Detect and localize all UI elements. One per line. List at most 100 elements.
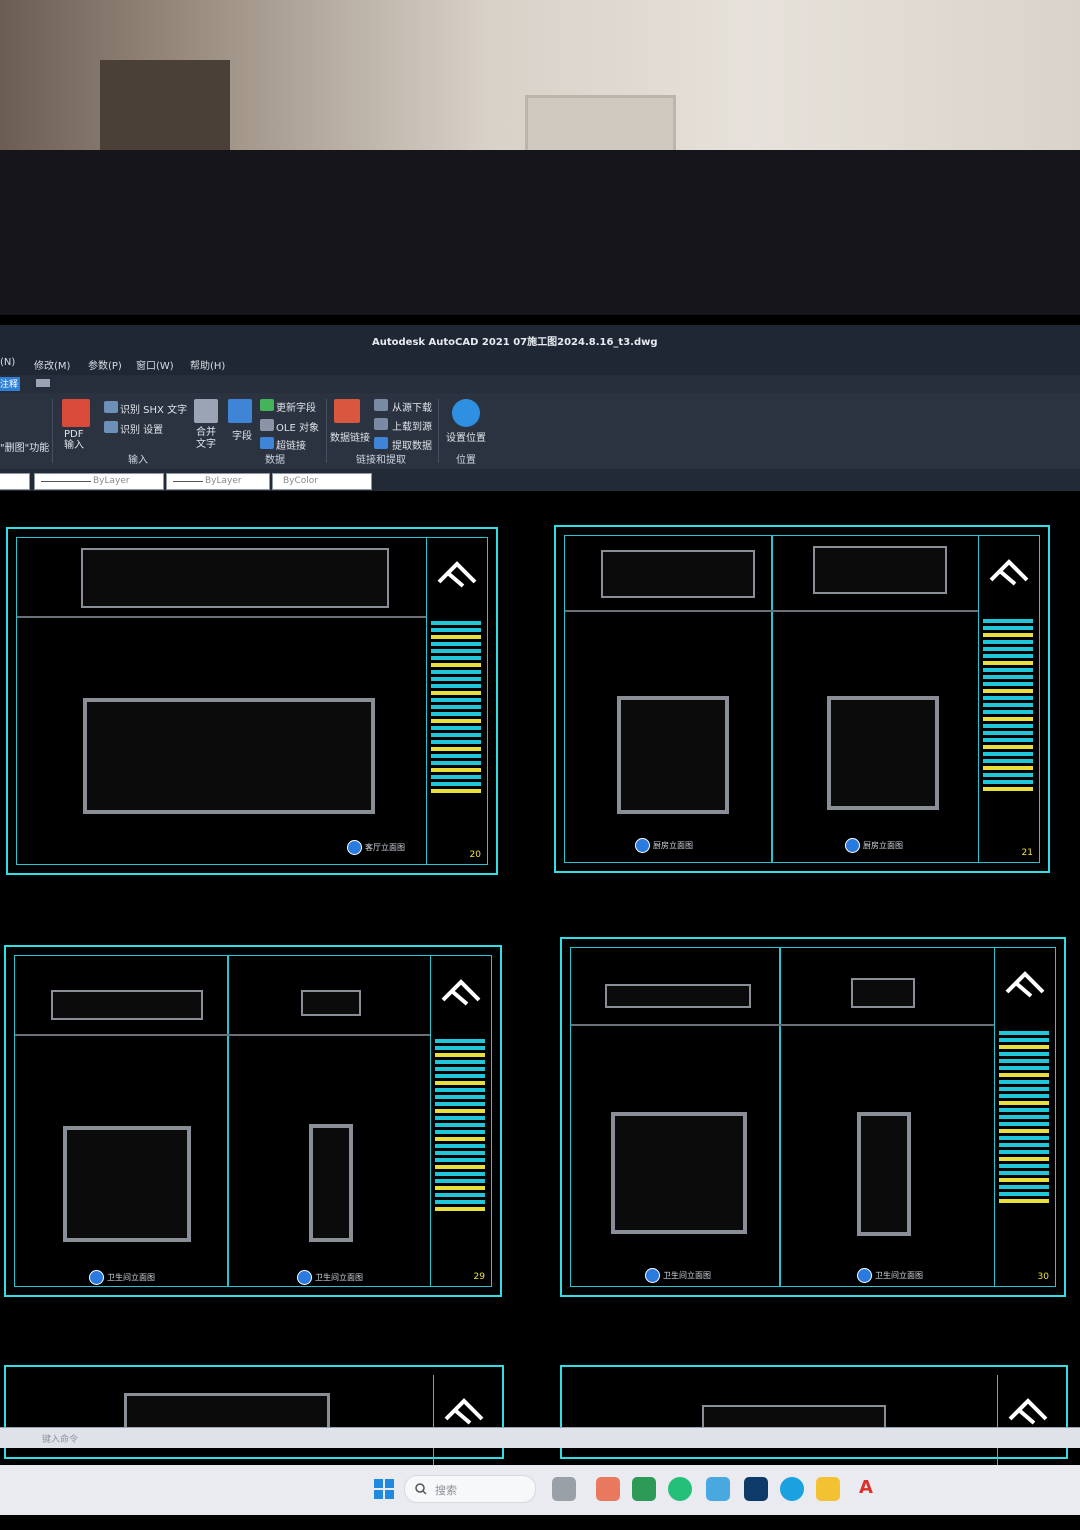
windows-start-icon[interactable] [374, 1479, 394, 1499]
page-number: 20 [469, 850, 481, 860]
field-icon[interactable] [228, 399, 252, 423]
sheet-frame: 卫生间立面图 卫生间立面图 30 [570, 947, 1056, 1287]
photoshop-icon[interactable] [744, 1477, 768, 1501]
download-from-source-button[interactable]: 从源下载 [392, 399, 432, 414]
title-block-rows [435, 1036, 485, 1214]
wall-background [0, 0, 1080, 175]
app-icon[interactable] [668, 1477, 692, 1501]
data-link-button[interactable]: 数据链接 [330, 429, 370, 444]
view-divider [227, 956, 229, 1286]
plan-view [81, 548, 389, 608]
menu-item-n[interactable]: (N) [0, 357, 15, 368]
hyperlink-icon [260, 437, 274, 449]
plan-view [605, 984, 751, 1008]
drawing-sheet[interactable]: 厨房立面图 厨房立面图 21 [554, 525, 1050, 873]
sheet-caption: 客厅立面图 [347, 840, 405, 855]
recognize-shx-button[interactable]: 识别 SHX 文字 [120, 401, 187, 416]
ole-object-button[interactable]: OLE 对象 [276, 419, 319, 434]
globe-icon[interactable] [452, 399, 480, 427]
view-divider [771, 536, 773, 862]
search-placeholder: 搜索 [435, 1484, 457, 1497]
elevation-drawing [83, 698, 375, 814]
color-combo[interactable]: ByColor [272, 473, 372, 490]
plan-divider [565, 610, 979, 612]
linetype-combo[interactable]: ByLayer [34, 473, 164, 490]
field-button[interactable]: 字段 [232, 427, 252, 442]
taskbar: 搜索 A [0, 1465, 1080, 1515]
upload-to-source-button[interactable]: 上载到源 [392, 418, 432, 433]
sheet-caption: 卫生间立面图 [857, 1268, 923, 1283]
drawing-sheet[interactable]: 卫生间立面图 卫生间立面图 30 [560, 937, 1066, 1297]
lineweight-combo[interactable]: ByLayer [166, 473, 270, 490]
edge-icon[interactable] [780, 1477, 804, 1501]
monitor-bezel: Autodesk AutoCAD 2021 07施工图2024.8.16_t3.… [0, 150, 1080, 1530]
data-link-icon[interactable] [334, 399, 360, 423]
command-line[interactable]: 键入命令 [0, 1427, 1080, 1448]
pdf-icon[interactable] [62, 399, 90, 427]
download-icon [374, 399, 388, 411]
menu-bar: (N) 修改(M) 参数(P) 窗口(W) 帮助(H) [0, 351, 1080, 375]
monitor-app-icon[interactable] [706, 1477, 730, 1501]
layer-combo[interactable] [0, 473, 30, 490]
group-label-import: 输入 [128, 455, 148, 466]
group-label-linking: 链接和提取 [356, 455, 406, 466]
sheet-caption: 卫生间立面图 [645, 1268, 711, 1283]
title-block-rows [431, 618, 481, 796]
drawing-sheet[interactable]: 卫生间立面图 卫生间立面图 29 [4, 945, 502, 1297]
plan-divider [571, 1024, 995, 1026]
view-divider [779, 948, 781, 1286]
screen: Autodesk AutoCAD 2021 07施工图2024.8.16_t3.… [0, 315, 1080, 1530]
plan-view [813, 546, 947, 594]
menu-item-modify[interactable]: 修改(M) [34, 357, 70, 372]
company-logo-icon [441, 979, 481, 1006]
title-block: 21 [978, 536, 1039, 862]
elevation-drawing [617, 696, 729, 814]
menu-item-help[interactable]: 帮助(H) [190, 357, 225, 372]
elevation-drawing [611, 1112, 747, 1234]
taskbar-search[interactable]: 搜索 [404, 1475, 536, 1503]
plan-view [51, 990, 203, 1020]
shx-icon [104, 401, 118, 413]
command-input[interactable]: 键入命令 [42, 1432, 78, 1445]
group-label-location: 位置 [456, 455, 476, 466]
page-number: 29 [473, 1272, 485, 1282]
set-location-button[interactable]: 设置位置 [446, 429, 486, 444]
extract-data-button[interactable]: 提取数据 [392, 437, 432, 452]
sheet-caption: 卫生间立面图 [297, 1270, 363, 1285]
tab-overflow-icon[interactable] [36, 379, 50, 387]
tab-annotate[interactable]: 注释 [0, 377, 20, 391]
plan-divider [17, 616, 427, 618]
drawing-sheet[interactable]: 客厅立面图 20 [6, 527, 498, 875]
autocad-icon[interactable]: A [854, 1477, 878, 1501]
recognize-settings-button[interactable]: 识别 设置 [120, 421, 163, 436]
page-number: 21 [1021, 848, 1033, 858]
plan-view [851, 978, 915, 1008]
merge-text-icon[interactable] [194, 399, 218, 423]
group-label-data: 数据 [265, 455, 285, 466]
pdf-import-button[interactable]: PDF 输入 [64, 429, 84, 451]
window-title: Autodesk AutoCAD 2021 07施工图2024.8.16_t3.… [372, 337, 658, 348]
title-block-rows [983, 616, 1033, 794]
ribbon-separator [438, 399, 439, 463]
copilot-icon[interactable] [596, 1477, 620, 1501]
hyperlink-button[interactable]: 超链接 [276, 437, 306, 452]
ribbon-separator [326, 399, 327, 463]
drawing-canvas[interactable]: 客厅立面图 20 厨房立面图 厨房立面图 21 卫生间立面图 卫生间立面图 29… [0, 491, 1080, 1465]
ribbon-panel: "删图"功能 PDF 输入 识别 SHX 文字 识别 设置 合并 文字 字段 更… [0, 393, 1080, 470]
extract-data-icon [374, 437, 388, 449]
page-number: 30 [1037, 1272, 1049, 1282]
merge-text-button[interactable]: 合并 文字 [196, 427, 216, 451]
sheet-frame: 卫生间立面图 卫生间立面图 29 [14, 955, 492, 1287]
update-field-button[interactable]: 更新字段 [276, 399, 316, 414]
title-block: 29 [430, 956, 491, 1286]
file-explorer-icon[interactable] [816, 1477, 840, 1501]
menu-item-params[interactable]: 参数(P) [88, 357, 122, 372]
company-logo-icon [989, 559, 1029, 586]
sheet-frame: 客厅立面图 20 [16, 537, 488, 865]
company-logo-icon [437, 561, 477, 588]
elevation-drawing [63, 1126, 191, 1242]
menu-item-window[interactable]: 窗口(W) [136, 357, 174, 372]
camera-app-icon[interactable] [552, 1477, 576, 1501]
excel-icon[interactable] [632, 1477, 656, 1501]
delete-feature-button[interactable]: "删图"功能 [0, 439, 49, 454]
